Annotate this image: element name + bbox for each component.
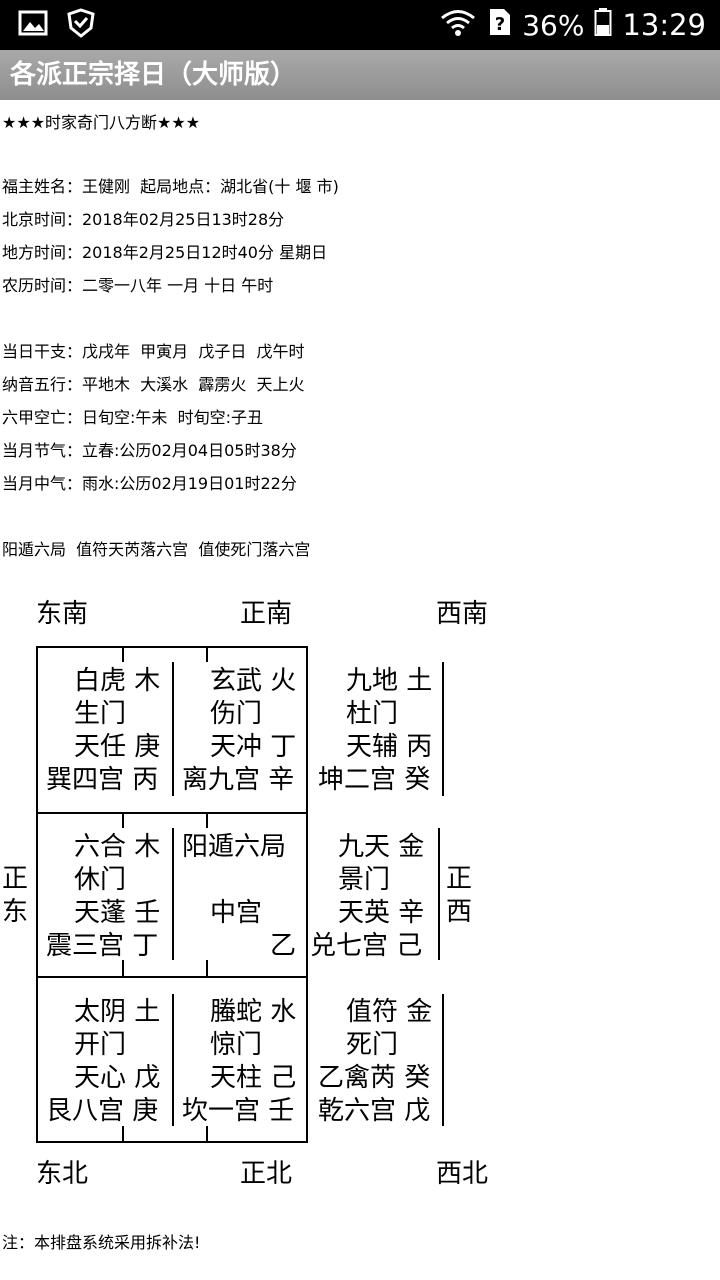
- direction-northeast: 东北: [36, 1159, 89, 1189]
- svg-text:?: ?: [495, 14, 505, 35]
- direction-northwest: 西北: [436, 1159, 489, 1189]
- direction-north: 正北: [240, 1159, 293, 1189]
- info-fuzhu: 福主姓名：王健刚 起局地点：湖北省(十 堰 市): [2, 177, 339, 196]
- app-title-bar: 各派正宗择日（大师版）: [0, 50, 720, 100]
- direction-west-2: 西: [446, 897, 473, 927]
- info-ganzhi: 当日干支：戊戌年 甲寅月 戊子日 戊午时: [2, 342, 305, 361]
- info-kongwang: 六甲空亡：日旬空:午未 时旬空:子丑: [2, 408, 263, 427]
- footer-note: 注：本排盘系统采用拆补法!: [2, 1233, 201, 1252]
- sim-unknown-icon: ?: [488, 7, 512, 44]
- image-icon: [18, 9, 48, 41]
- direction-west-1: 正: [446, 864, 473, 894]
- clock: 13:29: [622, 8, 706, 42]
- battery-percent: 36%: [522, 8, 585, 42]
- direction-east-1: 正: [2, 864, 29, 894]
- direction-southeast: 东南: [36, 599, 89, 629]
- direction-southwest: 西南: [436, 599, 489, 629]
- direction-south: 正南: [240, 599, 293, 629]
- info-zhongqi: 当月中气：雨水:公历02月19日01时22分: [2, 474, 297, 493]
- chart-heading: ★★★时家奇门八方断★★★: [2, 113, 201, 132]
- app-title: 各派正宗择日（大师版）: [10, 60, 297, 90]
- direction-east-2: 东: [2, 897, 29, 927]
- info-nayin: 纳音五行：平地木 大溪水 霹雳火 天上火: [2, 375, 305, 394]
- shield-check-icon: [66, 8, 96, 42]
- status-bar: ? 36% 13:29: [0, 0, 720, 50]
- info-local-time: 地方时间：2018年2月25日12时40分 星期日: [2, 243, 328, 262]
- info-ju: 阳遁六局 值符天芮落六宫 值使死门落六宫: [2, 540, 311, 559]
- info-lunar-time: 农历时间：二零一八年 一月 十日 午时: [2, 276, 274, 295]
- info-beijing-time: 北京时间：2018年02月25日13时28分: [2, 210, 285, 229]
- wifi-icon: [438, 7, 478, 44]
- info-jieqi: 当月节气：立春:公历02月04日05时38分: [2, 441, 297, 460]
- battery-icon: [594, 7, 612, 44]
